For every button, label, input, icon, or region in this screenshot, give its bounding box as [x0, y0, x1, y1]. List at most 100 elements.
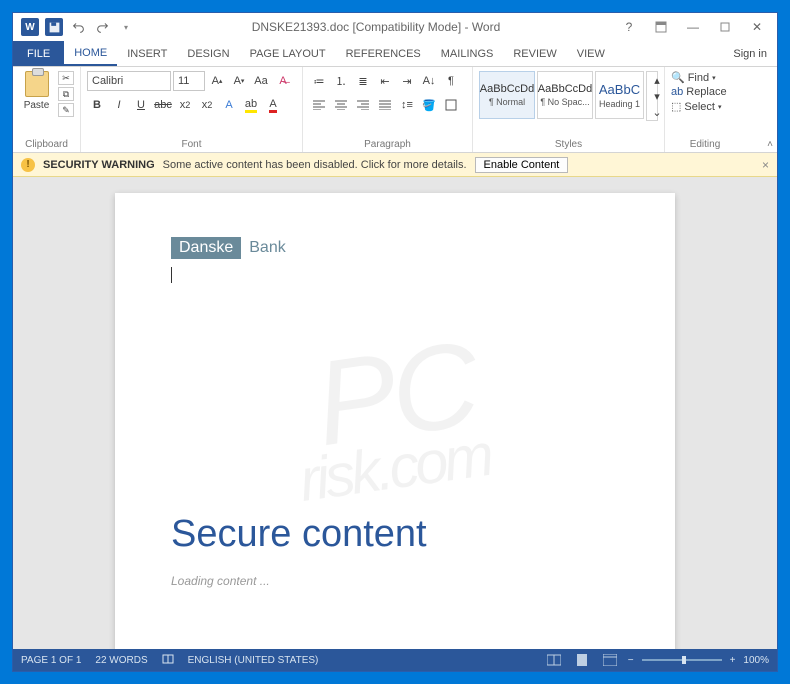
show-marks-button[interactable]: ¶: [441, 71, 461, 91]
style-heading-1[interactable]: AaBbC Heading 1: [595, 71, 644, 119]
signin-link[interactable]: Sign in: [723, 41, 777, 66]
editing-group-label: Editing: [671, 139, 739, 150]
danske-bank-logo: Danske Bank: [171, 237, 619, 259]
justify-button[interactable]: [375, 95, 395, 115]
change-case-button[interactable]: Aa: [251, 71, 271, 91]
superscript-button[interactable]: x2: [197, 95, 217, 115]
style-no-spacing[interactable]: AaBbCcDd ¶ No Spac...: [537, 71, 593, 119]
logo-right: Bank: [249, 239, 285, 257]
brush-icon: ✎: [62, 105, 70, 116]
tab-home[interactable]: HOME: [64, 41, 117, 66]
find-icon: 🔍: [671, 71, 685, 84]
font-name-combo[interactable]: Calibri: [87, 71, 171, 91]
status-language[interactable]: ENGLISH (UNITED STATES): [188, 655, 319, 666]
tab-view[interactable]: VIEW: [567, 41, 615, 66]
group-paragraph: ≔ ⒈ ≣ ⇤ ⇥ A↓ ¶ ↕≡ 🪣 Para: [303, 67, 473, 152]
tab-design[interactable]: DESIGN: [177, 41, 239, 66]
security-close-button[interactable]: ×: [762, 158, 769, 172]
underline-button[interactable]: U: [131, 95, 151, 115]
italic-button[interactable]: I: [109, 95, 129, 115]
subscript-button[interactable]: x2: [175, 95, 195, 115]
numbering-button[interactable]: ⒈: [331, 71, 351, 91]
styles-scroll-up[interactable]: ▴: [647, 72, 667, 88]
highlight-button[interactable]: ab: [241, 95, 261, 115]
zoom-level[interactable]: 100%: [743, 655, 769, 666]
zoom-thumb[interactable]: [682, 656, 686, 664]
ribbon-display-options[interactable]: [647, 17, 675, 37]
zoom-out-button[interactable]: −: [628, 655, 634, 666]
paste-label: Paste: [24, 100, 50, 111]
help-button[interactable]: ?: [615, 17, 643, 37]
group-clipboard: Paste ✂ ⧉ ✎ Clipboard: [13, 67, 81, 152]
multilevel-list-button[interactable]: ≣: [353, 71, 373, 91]
document-page[interactable]: Danske Bank Secure content Loading conte…: [115, 193, 675, 649]
enable-content-button[interactable]: Enable Content: [475, 157, 569, 173]
styles-group-label: Styles: [479, 139, 658, 150]
collapse-ribbon-button[interactable]: ˄: [767, 139, 773, 150]
tab-page-layout[interactable]: PAGE LAYOUT: [240, 41, 336, 66]
styles-expand[interactable]: ⌄: [647, 104, 667, 120]
status-words[interactable]: 22 WORDS: [95, 655, 147, 666]
scissors-icon: ✂: [62, 73, 70, 84]
minimize-button[interactable]: —: [679, 17, 707, 37]
select-button[interactable]: ⬚ Select▾: [671, 100, 739, 113]
find-button[interactable]: 🔍 Find▾: [671, 71, 739, 84]
cut-button[interactable]: ✂: [58, 71, 74, 85]
styles-gallery[interactable]: AaBbCcDd ¶ Normal AaBbCcDd ¶ No Spac... …: [479, 71, 658, 121]
indent-icon: ⇥: [402, 75, 411, 88]
sort-button[interactable]: A↓: [419, 71, 439, 91]
copy-icon: ⧉: [63, 89, 69, 100]
line-spacing-button[interactable]: ↕≡: [397, 95, 417, 115]
status-proofing[interactable]: [162, 653, 174, 668]
tab-references[interactable]: REFERENCES: [336, 41, 431, 66]
font-color-button[interactable]: A: [263, 95, 283, 115]
shading-button[interactable]: 🪣: [419, 95, 439, 115]
replace-button[interactable]: ab Replace: [671, 86, 739, 98]
decrease-indent-button[interactable]: ⇤: [375, 71, 395, 91]
tab-insert[interactable]: INSERT: [117, 41, 177, 66]
paste-button[interactable]: Paste: [19, 71, 54, 111]
tab-review[interactable]: REVIEW: [503, 41, 566, 66]
strikethrough-button[interactable]: abc: [153, 95, 173, 115]
copy-button[interactable]: ⧉: [58, 87, 74, 101]
align-center-button[interactable]: [331, 95, 351, 115]
font-size-combo[interactable]: 11: [173, 71, 205, 91]
save-button[interactable]: [43, 16, 65, 38]
close-button[interactable]: ✕: [743, 17, 771, 37]
read-mode-button[interactable]: [544, 652, 564, 668]
status-page[interactable]: PAGE 1 OF 1: [21, 655, 81, 666]
maximize-button[interactable]: [711, 17, 739, 37]
clipboard-group-label: Clipboard: [19, 139, 74, 150]
format-painter-button[interactable]: ✎: [58, 103, 74, 117]
bullets-button[interactable]: ≔: [309, 71, 329, 91]
group-editing: 🔍 Find▾ ab Replace ⬚ Select▾ Editing: [665, 67, 745, 152]
align-left-button[interactable]: [309, 95, 329, 115]
style-normal[interactable]: AaBbCcDd ¶ Normal: [479, 71, 535, 119]
borders-button[interactable]: [441, 95, 461, 115]
document-area[interactable]: Danske Bank Secure content Loading conte…: [13, 177, 777, 649]
print-layout-button[interactable]: [572, 652, 592, 668]
text-effects-button[interactable]: A: [219, 95, 239, 115]
tab-file[interactable]: FILE: [13, 41, 64, 66]
web-layout-button[interactable]: [600, 652, 620, 668]
grow-font-button[interactable]: A▴: [207, 71, 227, 91]
zoom-in-button[interactable]: +: [730, 655, 736, 666]
qat-customize[interactable]: ▾: [115, 16, 137, 38]
zoom-slider[interactable]: [642, 659, 722, 661]
group-font: Calibri 11 A▴ A▾ Aa A̶ B I U abc x2 x2 A…: [81, 67, 303, 152]
shrink-font-button[interactable]: A▾: [229, 71, 249, 91]
security-title: SECURITY WARNING: [43, 159, 155, 171]
security-warning-bar: ! SECURITY WARNING Some active content h…: [13, 153, 777, 177]
increase-indent-button[interactable]: ⇥: [397, 71, 417, 91]
tab-mailings[interactable]: MAILINGS: [431, 41, 504, 66]
bold-button[interactable]: B: [87, 95, 107, 115]
justify-icon: [379, 100, 391, 110]
bullets-icon: ≔: [314, 75, 325, 88]
undo-button[interactable]: [67, 16, 89, 38]
app-icon[interactable]: W: [19, 16, 41, 38]
styles-scroll-down[interactable]: ▾: [647, 88, 667, 104]
align-right-button[interactable]: [353, 95, 373, 115]
maximize-icon: [720, 22, 730, 32]
redo-button[interactable]: [91, 16, 113, 38]
clear-formatting-button[interactable]: A̶: [273, 71, 293, 91]
